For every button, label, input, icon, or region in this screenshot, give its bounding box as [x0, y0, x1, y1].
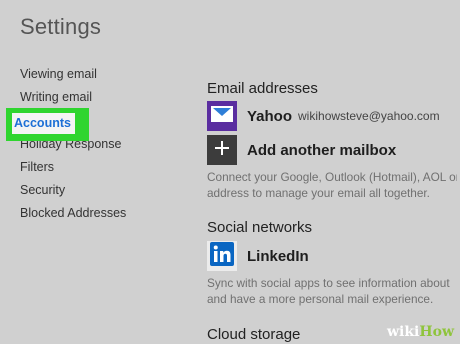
yahoo-tile: [207, 101, 237, 131]
sidebar-item-accounts[interactable]: Accounts: [12, 112, 75, 134]
email-description-line-1: Connect your Google, Outlook (Hotmail), …: [207, 170, 457, 184]
sidebar-item-accounts-highlight[interactable]: Accounts: [6, 107, 89, 141]
social-networks-heading: Social networks: [207, 219, 313, 236]
watermark-how: How: [419, 324, 454, 340]
add-mailbox-label[interactable]: Add another mailbox: [247, 142, 396, 159]
add-mailbox-row[interactable]: Add another mailbox: [207, 135, 396, 165]
email-addresses-description: Connect your Google, Outlook (Hotmail), …: [207, 169, 457, 201]
wikihow-watermark: wikiHow: [387, 324, 454, 340]
cloud-storage-heading: Cloud storage: [207, 326, 301, 343]
social-description-line-1: Sync with social apps to see information…: [207, 276, 450, 290]
yahoo-account-address: wikihowsteve@yahoo.com: [298, 109, 440, 123]
social-networks-description: Sync with social apps to see information…: [207, 275, 457, 307]
add-mailbox-tile: [207, 135, 237, 165]
linkedin-icon: [210, 241, 234, 271]
sidebar-item-filters[interactable]: Filters: [20, 159, 170, 182]
plus-icon: [214, 140, 230, 161]
linkedin-label: LinkedIn: [247, 247, 309, 265]
page-title: Settings: [20, 14, 102, 39]
email-addresses-heading: Email addresses: [207, 80, 318, 97]
yahoo-account-row[interactable]: Yahoo wikihowsteve@yahoo.com: [207, 101, 440, 131]
yahoo-account-name: Yahoo: [247, 107, 293, 125]
watermark-wiki: wiki: [386, 324, 420, 340]
sidebar-item-viewing-email[interactable]: Viewing email: [20, 66, 170, 89]
envelope-icon: [211, 105, 233, 127]
settings-sidebar: Viewing email Writing email Accounts Hol…: [6, 66, 170, 229]
linkedin-row[interactable]: LinkedIn: [207, 241, 309, 271]
settings-screen: Settings Viewing email Writing email Acc…: [0, 0, 460, 344]
linkedin-tile: [207, 241, 237, 271]
sidebar-item-blocked-addresses[interactable]: Blocked Addresses: [20, 205, 170, 228]
social-description-line-2: and have a more personal mail experience…: [207, 292, 434, 306]
email-description-line-2: address to manage your email all togethe…: [207, 186, 430, 200]
sidebar-item-security[interactable]: Security: [20, 182, 170, 205]
